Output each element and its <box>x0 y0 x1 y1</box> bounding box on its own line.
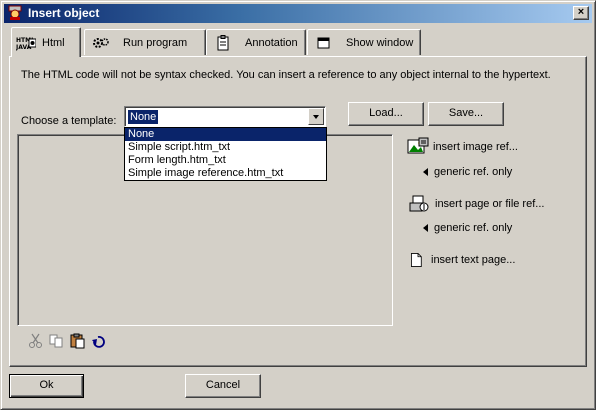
insert-text-page-label: insert text page... <box>431 254 516 266</box>
chevron-down-icon[interactable] <box>308 108 324 125</box>
cancel-button[interactable]: Cancel <box>185 374 261 398</box>
close-button[interactable]: × <box>573 6 589 20</box>
generic-ref-image-label: generic ref. only <box>434 166 513 178</box>
window-title: Insert object <box>28 6 100 20</box>
generic-ref-image[interactable]: generic ref. only <box>423 166 512 178</box>
load-button[interactable]: Load... <box>348 102 424 126</box>
save-button-label: Save... <box>448 107 484 119</box>
tab-run-program[interactable]: Run program <box>84 29 206 55</box>
dropdown-option[interactable]: None <box>125 128 326 141</box>
tab-show-window-label: Show window <box>346 36 414 49</box>
paste-icon[interactable] <box>69 333 86 349</box>
tab-show-window[interactable]: Show window <box>307 29 421 55</box>
cancel-button-label: Cancel <box>205 379 241 391</box>
copy-icon[interactable] <box>48 333 65 349</box>
gears-icon <box>93 37 109 48</box>
insert-image-ref-link[interactable]: insert image ref... <box>407 137 518 157</box>
choose-template-label: Choose a template: <box>21 115 117 127</box>
undo-icon[interactable] <box>90 333 107 349</box>
generic-ref-page-label: generic ref. only <box>434 222 513 234</box>
insert-page-file-ref-label: insert page or file ref... <box>435 198 545 210</box>
triangle-left-icon <box>423 224 428 232</box>
tab-annotation[interactable]: Annotation <box>206 29 306 55</box>
cut-icon[interactable] <box>27 333 44 349</box>
close-icon: × <box>577 6 585 18</box>
clipboard-icon <box>217 34 229 50</box>
info-text: The HTML code will not be syntax checked… <box>21 69 551 81</box>
template-combobox[interactable]: None <box>124 106 326 127</box>
template-combobox-value: None <box>128 110 159 124</box>
window-icon <box>317 37 330 48</box>
tab-html[interactable]: HTML JAVA Html <box>11 27 81 57</box>
insert-text-page-link[interactable]: insert text page... <box>409 250 515 270</box>
template-dropdown-list: None Simple script.htm_txt Form length.h… <box>124 127 327 181</box>
generic-ref-page[interactable]: generic ref. only <box>423 222 512 234</box>
dropdown-option[interactable]: Simple image reference.htm_txt <box>125 167 326 180</box>
ok-button-label: Ok <box>39 379 54 391</box>
page-file-icon <box>409 195 429 212</box>
app-icon <box>8 5 22 20</box>
tab-run-program-label: Run program <box>123 36 188 49</box>
title-bar[interactable]: Insert object × <box>4 4 592 23</box>
dropdown-option[interactable]: Form length.htm_txt <box>125 154 326 167</box>
image-icon <box>407 137 429 154</box>
save-button[interactable]: Save... <box>428 102 504 126</box>
triangle-left-icon <box>423 168 428 176</box>
insert-image-ref-label: insert image ref... <box>433 141 518 153</box>
insert-page-file-ref-link[interactable]: insert page or file ref... <box>409 194 544 214</box>
html-java-icon: HTML JAVA <box>16 37 36 51</box>
tab-html-label: Html <box>42 36 65 49</box>
text-page-icon <box>411 253 422 267</box>
editor-toolbar <box>27 333 107 349</box>
insert-object-dialog: Insert object × HTML JAVA Html Run progr… <box>0 0 596 410</box>
dropdown-option[interactable]: Simple script.htm_txt <box>125 141 326 154</box>
tab-annotation-label: Annotation <box>245 36 298 49</box>
load-button-label: Load... <box>369 107 403 119</box>
ok-button[interactable]: Ok <box>9 374 84 398</box>
